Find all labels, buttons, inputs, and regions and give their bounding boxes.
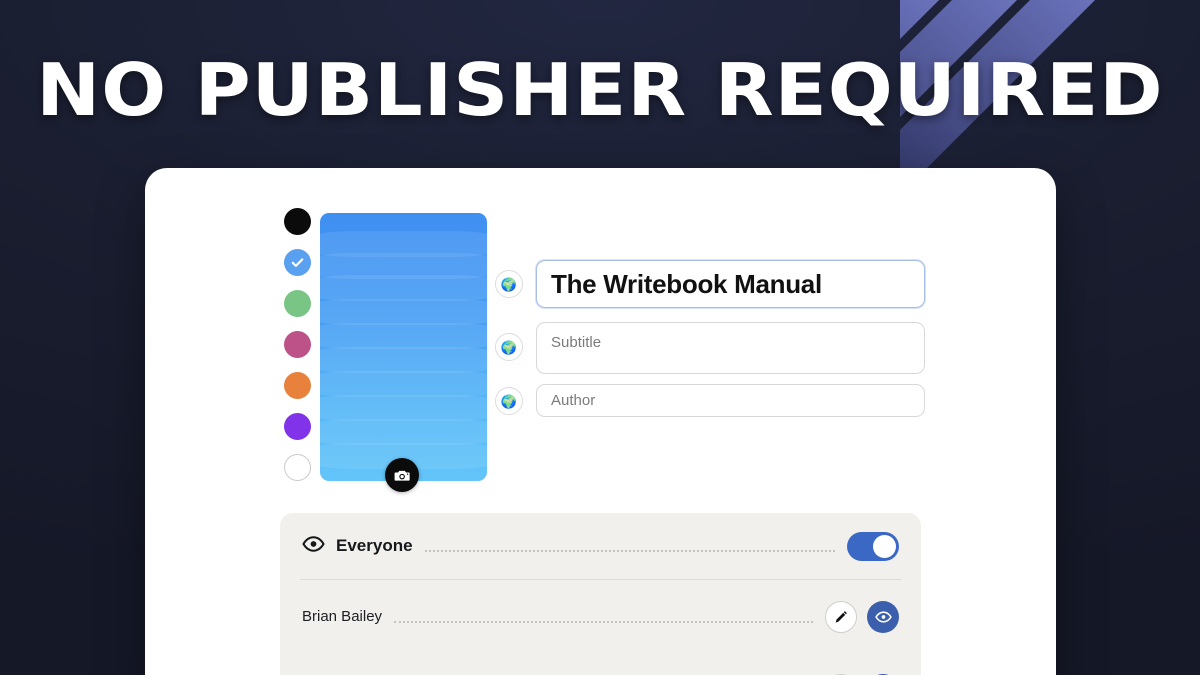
title-field-row: 🌍 The Writebook Manual [495,260,925,308]
permissions-panel: Everyone Brian Bailey [280,513,921,675]
pencil-icon [835,610,847,623]
title-input-value: The Writebook Manual [551,268,822,299]
cover-wave [320,323,487,349]
person-name: Brian Bailey [302,608,383,625]
app-window-card: 🌍 The Writebook Manual 🌍 Subtitle 🌍 Auth… [145,168,1056,675]
globe-icon[interactable]: 🌍 [495,387,523,415]
headline: NO PUBLISHER REQUIRED [36,48,1164,132]
author-placeholder: Author [551,392,596,409]
permission-row-person: Brian Bailey [302,580,899,653]
cover-wave [320,299,487,325]
edit-permission-button[interactable] [825,600,857,633]
leader-line [424,550,835,552]
cover-wave [320,371,487,397]
leader-line [394,620,813,623]
cover-wave [320,419,487,445]
permission-row-everyone: Everyone [302,513,899,579]
color-swatch-white[interactable] [284,454,311,481]
cover-camera-button[interactable] [385,458,419,492]
toggle-knob [873,534,896,558]
author-input[interactable]: Author [536,384,925,417]
eye-icon [874,610,892,623]
book-cover-preview[interactable] [320,213,487,481]
permission-row-person: Elaine Richards [302,653,899,675]
globe-icon[interactable]: 🌍 [495,270,523,298]
check-icon [284,249,311,276]
book-metadata-fields: 🌍 The Writebook Manual 🌍 Subtitle 🌍 Auth… [495,260,925,429]
subtitle-input[interactable]: Subtitle [536,322,925,374]
subtitle-placeholder: Subtitle [551,334,602,351]
everyone-label: Everyone [336,536,413,555]
cover-color-swatch-rail [284,208,311,481]
color-swatch-black[interactable] [284,208,311,235]
color-swatch-purple[interactable] [284,413,311,440]
cover-wave [320,347,487,373]
camera-icon [394,470,410,481]
color-swatch-pink[interactable] [284,331,311,358]
eye-icon [302,535,325,557]
subtitle-field-row: 🌍 Subtitle [495,322,925,374]
everyone-toggle[interactable] [847,531,899,561]
book-cover-editor: 🌍 The Writebook Manual 🌍 Subtitle 🌍 Auth… [145,168,1056,498]
view-permission-button[interactable] [867,600,899,633]
cover-wave [320,395,487,421]
color-swatch-orange[interactable] [284,372,311,399]
title-input[interactable]: The Writebook Manual [536,260,925,308]
author-field-row: 🌍 Author [495,384,925,417]
cover-wave [320,275,487,301]
globe-icon[interactable]: 🌍 [495,333,523,361]
color-swatch-green[interactable] [284,290,311,317]
color-swatch-blue-selected[interactable] [284,249,311,276]
